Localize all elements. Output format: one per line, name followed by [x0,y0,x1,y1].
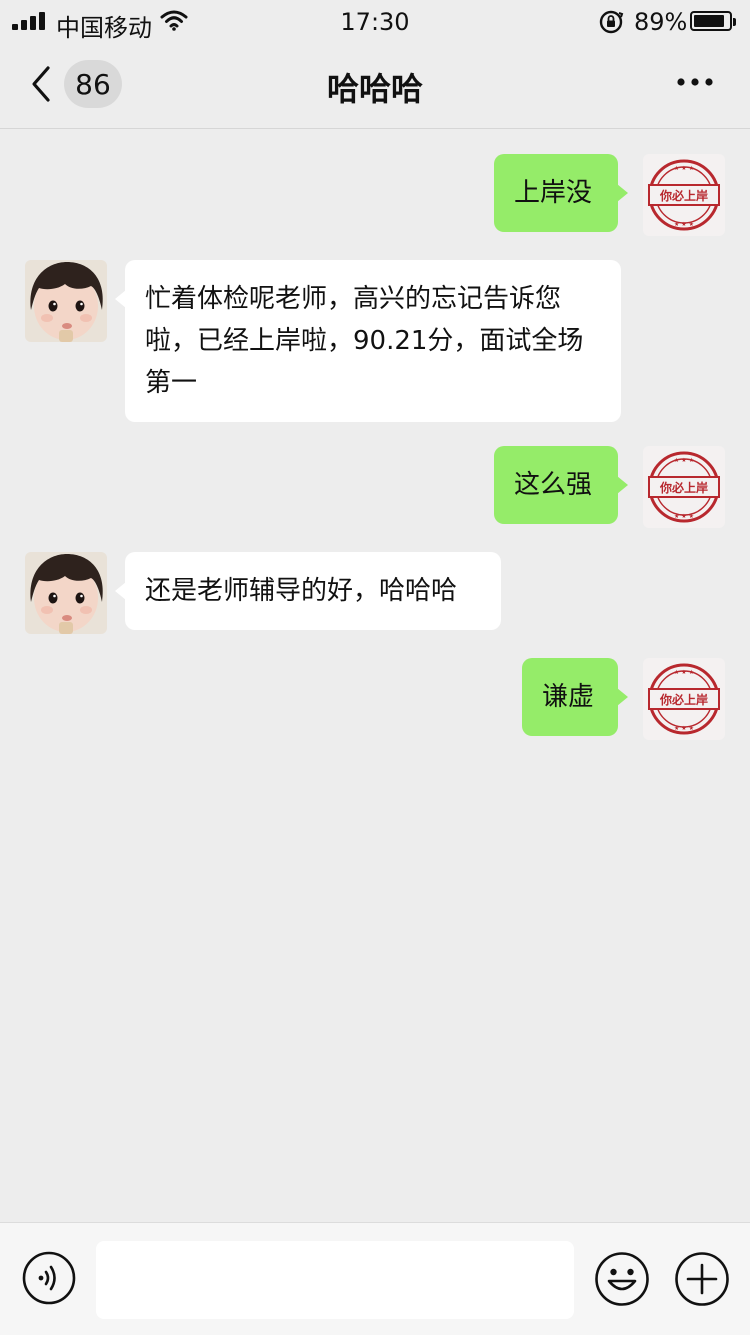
child-avatar[interactable] [25,260,107,342]
stamp-label: 你必上岸 [659,480,708,495]
child-avatar[interactable] [25,552,107,634]
stamp-label: 你必上岸 [659,188,708,203]
status-bar: 中国移动 17:30 89% [0,0,750,44]
stamp-avatar[interactable]: 你必上岸 [643,658,725,740]
message-bubble[interactable]: 谦虚 [522,658,628,736]
battery-icon [690,11,736,31]
chat-title: 哈哈哈 [326,70,423,108]
message-bubble[interactable]: 这么强 [494,446,628,524]
message-bubble[interactable]: 还是老师辅导的好，哈哈哈 [115,552,501,630]
input-bar [0,1222,750,1335]
chat-header: 86 哈哈哈 [0,44,750,129]
stamp-avatar[interactable]: 你必上岸 [643,154,725,236]
battery-percent: 89% [634,8,688,36]
message-input[interactable] [96,1241,574,1319]
message-bubble[interactable]: 上岸没 [494,154,628,232]
rotation-lock-icon [599,10,624,34]
more-icon[interactable] [676,76,714,88]
plus-icon[interactable] [674,1251,730,1307]
voice-icon[interactable] [22,1251,76,1305]
message-bubble[interactable]: 忙着体检呢老师，高兴的忘记告诉您啦，已经上岸啦，90.21分，面试全场第一 [115,260,621,422]
stamp-label: 你必上岸 [659,692,708,707]
emoji-icon[interactable] [594,1251,650,1307]
stamp-avatar[interactable]: 你必上岸 [643,446,725,528]
